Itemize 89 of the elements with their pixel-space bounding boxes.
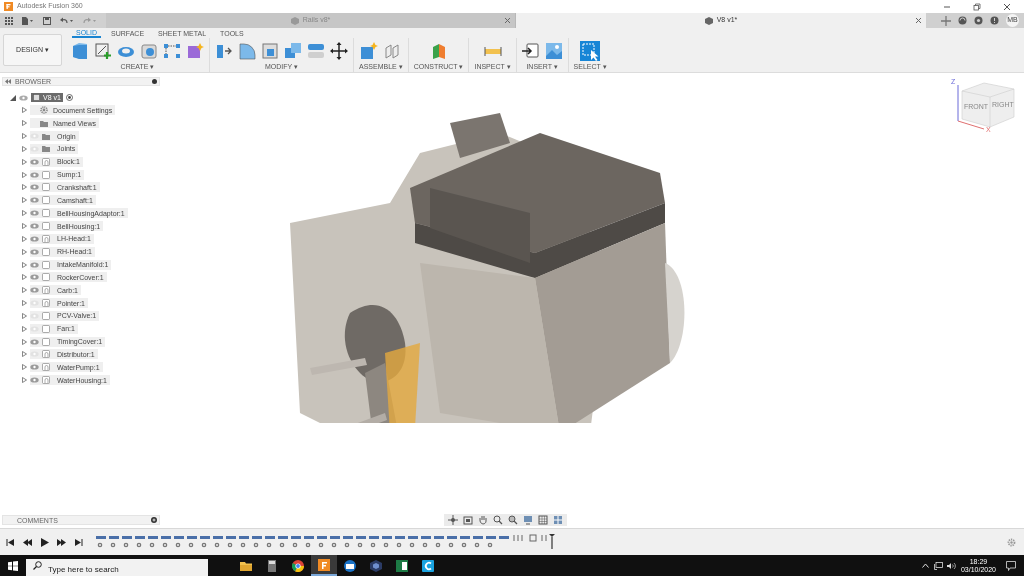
notification-center-icon[interactable] bbox=[1006, 560, 1016, 571]
viewports-icon[interactable] bbox=[553, 515, 563, 525]
chevron-up-icon[interactable] bbox=[921, 563, 929, 568]
pin-icon[interactable] bbox=[152, 79, 157, 84]
press-pull-icon[interactable] bbox=[215, 42, 233, 60]
insert-icon[interactable] bbox=[521, 42, 540, 60]
eye-icon[interactable] bbox=[30, 223, 39, 229]
box-icon bbox=[704, 16, 713, 25]
previous-step-icon[interactable] bbox=[23, 537, 32, 547]
eye-icon[interactable] bbox=[30, 364, 39, 371]
pan-hand-icon[interactable] bbox=[478, 515, 488, 525]
eye-icon[interactable] bbox=[30, 338, 39, 345]
linked-component-icon bbox=[42, 363, 50, 372]
search-field[interactable]: Type here to search bbox=[26, 559, 208, 576]
hole-icon[interactable] bbox=[140, 42, 158, 60]
job-status-icon[interactable] bbox=[958, 16, 967, 25]
linked-component-icon bbox=[42, 286, 50, 295]
zoom-icon[interactable] bbox=[493, 515, 503, 525]
eye-icon[interactable] bbox=[30, 377, 39, 384]
calculator-icon[interactable] bbox=[266, 559, 278, 572]
linked-component-icon bbox=[33, 94, 40, 101]
eye-icon[interactable] bbox=[30, 274, 39, 281]
activate-radio-icon[interactable] bbox=[65, 94, 73, 101]
box-icon bbox=[290, 16, 299, 25]
cube-app-icon[interactable] bbox=[370, 559, 382, 572]
first-step-icon[interactable] bbox=[6, 537, 15, 547]
eye-icon[interactable] bbox=[30, 287, 39, 294]
timeline-features-drawing[interactable] bbox=[94, 534, 558, 550]
close-icon[interactable] bbox=[915, 17, 922, 24]
sketch-icon[interactable] bbox=[94, 42, 112, 60]
linked-component-icon bbox=[42, 234, 50, 243]
linked-component-icon bbox=[42, 350, 50, 359]
zoom-window-icon[interactable] bbox=[508, 515, 518, 525]
file-menu-icon[interactable] bbox=[22, 16, 34, 25]
folder-icon[interactable] bbox=[240, 559, 252, 572]
linked-component-icon bbox=[42, 299, 50, 308]
joint-icon[interactable] bbox=[383, 42, 402, 60]
play-icon[interactable] bbox=[40, 537, 49, 547]
eye-icon[interactable] bbox=[30, 235, 39, 242]
eye-icon[interactable] bbox=[30, 261, 39, 268]
spreadsheet-icon[interactable] bbox=[396, 559, 408, 572]
save-icon[interactable] bbox=[43, 16, 51, 25]
cortana-icon[interactable] bbox=[422, 559, 434, 572]
extrude-icon[interactable] bbox=[71, 42, 89, 60]
eye-icon[interactable] bbox=[30, 210, 39, 217]
last-step-icon[interactable] bbox=[74, 537, 83, 547]
eye-icon[interactable] bbox=[30, 248, 39, 255]
linked-component-icon bbox=[42, 157, 50, 166]
fillet-icon[interactable] bbox=[238, 42, 256, 60]
combine-icon[interactable] bbox=[284, 42, 302, 60]
restore-icon[interactable] bbox=[973, 2, 981, 11]
mail-icon[interactable] bbox=[344, 559, 356, 572]
display-settings-icon[interactable] bbox=[523, 515, 533, 525]
eye-icon[interactable] bbox=[30, 197, 39, 204]
notifications-icon[interactable] bbox=[974, 16, 983, 25]
pattern-icon[interactable] bbox=[163, 42, 181, 60]
eye-icon[interactable] bbox=[30, 184, 39, 191]
shell-icon[interactable] bbox=[261, 42, 279, 60]
apps-grid-icon[interactable] bbox=[5, 16, 13, 25]
add-comment-icon[interactable] bbox=[151, 517, 157, 523]
volume-icon[interactable] bbox=[946, 561, 956, 570]
search-icon bbox=[33, 561, 42, 570]
look-at-icon[interactable] bbox=[463, 515, 473, 525]
linked-component-icon bbox=[42, 376, 50, 385]
settings-icon[interactable] bbox=[1007, 537, 1016, 547]
close-icon[interactable] bbox=[1003, 2, 1011, 11]
browser-icon[interactable] bbox=[292, 559, 304, 572]
app-logo-icon[interactable] bbox=[318, 558, 330, 571]
split-icon[interactable] bbox=[307, 42, 325, 60]
collapse-icon[interactable] bbox=[5, 79, 11, 84]
select-icon[interactable] bbox=[580, 41, 601, 61]
expanded-triangle-icon[interactable] bbox=[10, 94, 16, 101]
undo-icon[interactable] bbox=[60, 16, 74, 25]
new-component-icon[interactable] bbox=[360, 42, 379, 60]
redo-icon[interactable] bbox=[83, 16, 97, 25]
eye-icon[interactable] bbox=[30, 171, 39, 178]
help-icon[interactable] bbox=[990, 16, 999, 25]
eye-icon[interactable] bbox=[30, 158, 39, 165]
new-tab-icon[interactable] bbox=[941, 15, 951, 26]
cube-sparkle-icon[interactable] bbox=[186, 42, 204, 60]
move-icon[interactable] bbox=[330, 42, 348, 60]
gear-icon bbox=[40, 106, 48, 115]
next-step-icon[interactable] bbox=[57, 537, 66, 547]
orbit-icon[interactable] bbox=[448, 515, 458, 525]
network-icon[interactable] bbox=[933, 561, 943, 570]
grid-icon[interactable] bbox=[538, 515, 548, 525]
close-icon[interactable] bbox=[504, 17, 511, 24]
eye-icon[interactable] bbox=[19, 94, 28, 101]
start-icon[interactable] bbox=[8, 560, 18, 571]
